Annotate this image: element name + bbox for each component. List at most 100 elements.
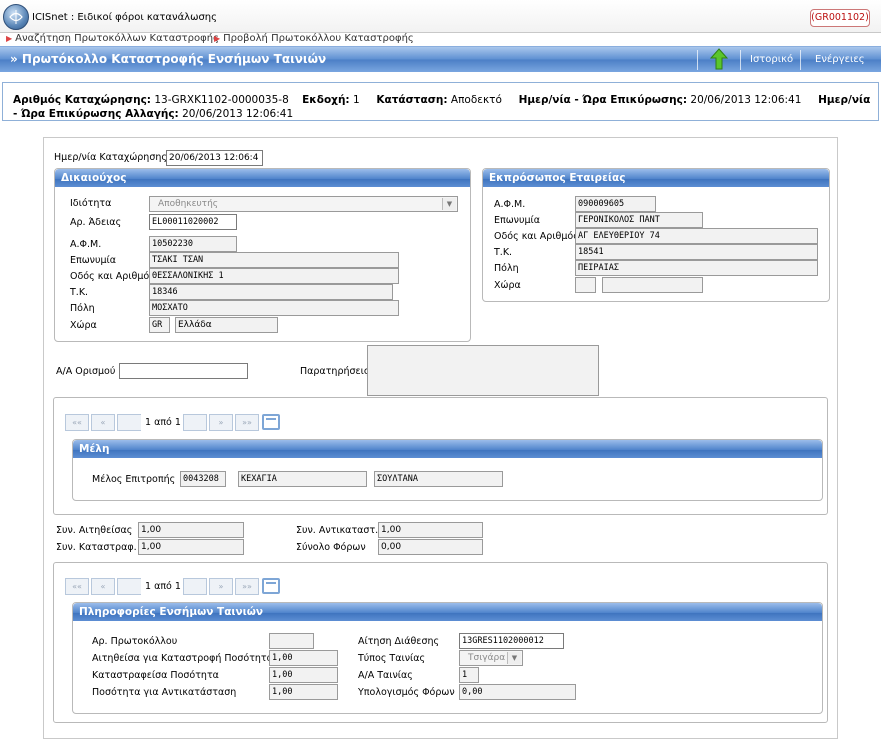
pager-next-button[interactable]: » — [209, 578, 233, 595]
stamp-aa-label: Α/Α Ταινίας — [358, 670, 413, 681]
license-label: Αρ. Άδειας — [70, 217, 122, 228]
notes-textarea[interactable] — [367, 345, 599, 396]
arrow-up-icon[interactable] — [709, 48, 729, 73]
pager-last-button[interactable]: »» — [235, 414, 259, 431]
rep-afm-field[interactable]: 090009605 — [575, 196, 656, 212]
replace-qty-label: Ποσότητα για Αντικατάσταση — [92, 687, 237, 698]
app-title: ICISnet : Ειδικοί φόροι κατανάλωσης — [32, 12, 217, 23]
country-label: Χώρα — [70, 320, 97, 331]
actions-button[interactable]: Ενέργειες — [815, 54, 865, 65]
city-field[interactable]: ΜΟΣΧΑΤΟ — [149, 300, 399, 316]
protocol-field[interactable] — [269, 633, 314, 649]
destroyed-qty-field[interactable]: 1,00 — [269, 667, 338, 683]
member-label: Μέλος Επιτροπής — [92, 474, 176, 485]
pager-first-button[interactable]: «« — [65, 578, 89, 595]
request-label: Αίτηση Διάθεσης — [358, 636, 440, 647]
coef-requested-field[interactable]: 1,00 — [138, 522, 244, 538]
coef-destroyed-label: Συν. Καταστραφ. — [56, 542, 137, 553]
record-info-box: Αριθμός Καταχώρησης: 13-GRXK1102-0000035… — [2, 82, 879, 121]
members-section: «« « 1 από 1 » »» Μέλη Μέλος Επιτροπής 0… — [53, 397, 828, 515]
stamps-header: Πληροφορίες Ενσήμων Ταινιών — [73, 603, 822, 621]
chevron-down-icon: ▼ — [507, 652, 521, 664]
pager-prev-button[interactable]: « — [91, 578, 115, 595]
tax-calc-label: Υπολογισμός Φόρων — [358, 687, 455, 698]
reg-date-field[interactable]: 20/06/2013 12:06:4 — [166, 150, 263, 166]
req-qty-field[interactable]: 1,00 — [269, 650, 338, 666]
city-label: Πόλη — [70, 303, 95, 314]
triangle-right-icon: ▶ — [6, 34, 13, 43]
beneficiary-header: Δικαιούχος — [55, 169, 470, 187]
tax-calc-field[interactable]: 0,00 — [459, 684, 576, 700]
pager-blank — [117, 578, 141, 595]
zip-field[interactable]: 18346 — [149, 284, 393, 300]
rep-country-label: Χώρα — [494, 280, 521, 291]
replace-qty-field[interactable]: 1,00 — [269, 684, 338, 700]
afm-label: Α.Φ.Μ. — [70, 239, 102, 250]
divider — [740, 50, 741, 70]
history-button[interactable]: Ιστορικό — [750, 54, 793, 65]
export-icon[interactable] — [262, 578, 280, 594]
pager-first-button[interactable]: «« — [65, 414, 89, 431]
main-form-panel: Ημερ/νία Καταχώρησης 20/06/2013 12:06:4 … — [43, 137, 838, 739]
pager-next-button[interactable]: » — [209, 414, 233, 431]
request-field[interactable]: 13GRES1102000012 — [459, 633, 564, 649]
license-field[interactable]: EL00011020002 — [149, 214, 237, 230]
type-value: Τσιγάρα — [468, 653, 506, 663]
type-select[interactable]: Τσιγάρα ▼ — [459, 650, 523, 666]
street-label: Οδός και Αριθμός — [70, 271, 155, 282]
protocol-label: Αρ. Πρωτοκόλλου — [92, 636, 178, 647]
name-field[interactable]: ΤΣΑΚΙ ΤΣΑΝ — [149, 252, 399, 268]
rep-name-field[interactable]: ΓΕΡΟΝΙΚΟΛΟΣ ΠΑΝΤ — [575, 212, 703, 228]
coef-replace-field[interactable]: 1,00 — [378, 522, 483, 538]
capacity-select[interactable]: Αποθηκευτής ▼ — [149, 196, 458, 212]
breadcrumb-item-view[interactable]: ▶ Προβολή Πρωτοκόλλου Καταστροφής — [214, 33, 414, 44]
divider — [800, 50, 801, 70]
rep-zip-label: Τ.Κ. — [494, 247, 513, 258]
member-code-field[interactable]: 0043208 — [180, 471, 226, 487]
aa-field[interactable] — [119, 363, 248, 379]
rep-zip-field[interactable]: 18541 — [575, 244, 818, 260]
representative-group: Εκπρόσωπος Εταιρείας Α.Φ.Μ. 090009605 Επ… — [482, 168, 830, 302]
rep-street-field[interactable]: ΑΓ ΕΛΕΥΘΕΡΙΟΥ 74 — [575, 228, 818, 244]
page-title: » Πρωτόκολλο Καταστροφής Ενσήμων Ταινιών — [10, 52, 327, 66]
pager-blank — [117, 414, 141, 431]
page-header-bar: » Πρωτόκολλο Καταστροφής Ενσήμων Ταινιών… — [0, 46, 881, 72]
coef-destroyed-field[interactable]: 1,00 — [138, 539, 244, 555]
member-lastname-field[interactable]: ΚΕΧΑΓΙΑ — [238, 471, 367, 487]
rep-country-code-field[interactable] — [575, 277, 596, 293]
name-label: Επωνυμία — [70, 255, 117, 266]
req-qty-label: Αιτηθείσα για Καταστροφή Ποσότητα — [92, 653, 273, 664]
pager-last-button[interactable]: »» — [235, 578, 259, 595]
member-firstname-field[interactable]: ΣΟΥΛΤΑΝΑ — [374, 471, 503, 487]
reg-date-label: Ημερ/νία Καταχώρησης — [54, 152, 167, 163]
street-field[interactable]: ΘΕΣΣΑΛΟΝΙΚΗΣ 1 — [149, 268, 399, 284]
screen-code-badge: (GR001102) — [810, 9, 870, 27]
globe-logo-icon — [3, 4, 29, 30]
stamps-pager: «« « 1 από 1 » »» — [65, 578, 265, 596]
export-icon[interactable] — [262, 414, 280, 430]
members-header: Μέλη — [73, 440, 822, 458]
pager-text: 1 από 1 — [145, 581, 181, 592]
stamp-aa-field[interactable]: 1 — [459, 667, 479, 683]
notes-label: Παρατηρήσεις — [300, 366, 370, 377]
pager-blank — [183, 414, 207, 431]
rep-afm-label: Α.Φ.Μ. — [494, 199, 526, 210]
tax-total-label: Σύνολο Φόρων — [296, 542, 366, 553]
country-code-field[interactable]: GR — [149, 317, 170, 333]
tax-total-field[interactable]: 0,00 — [378, 539, 483, 555]
coef-replace-label: Συν. Αντικαταστ. — [296, 525, 379, 536]
coef-requested-label: Συν. Αιτηθείσας — [56, 525, 133, 536]
country-name-field[interactable]: Ελλάδα — [175, 317, 278, 333]
members-group: Μέλη Μέλος Επιτροπής 0043208 ΚΕΧΑΓΙΑ ΣΟΥ… — [72, 439, 823, 501]
rep-name-label: Επωνυμία — [494, 215, 541, 226]
representative-header: Εκπρόσωπος Εταιρείας — [483, 169, 829, 187]
aa-label: Α/Α Ορισμού — [56, 366, 116, 377]
record-info-text: Αριθμός Καταχώρησης: 13-GRXK1102-0000035… — [13, 94, 871, 120]
rep-country-name-field[interactable] — [602, 277, 703, 293]
afm-field[interactable]: 10502230 — [149, 236, 237, 252]
pager-prev-button[interactable]: « — [91, 414, 115, 431]
rep-city-field[interactable]: ΠΕΙΡΑΙΑΣ — [575, 260, 818, 276]
breadcrumb: ▶ Αναζήτηση Πρωτοκόλλων Καταστροφής ▶ Προβ… — [0, 33, 881, 45]
breadcrumb-item-search[interactable]: ▶ Αναζήτηση Πρωτοκόλλων Καταστροφής — [6, 33, 219, 44]
beneficiary-group: Δικαιούχος Ιδιότητα Αποθηκευτής ▼ Αρ. Άδ… — [54, 168, 471, 342]
